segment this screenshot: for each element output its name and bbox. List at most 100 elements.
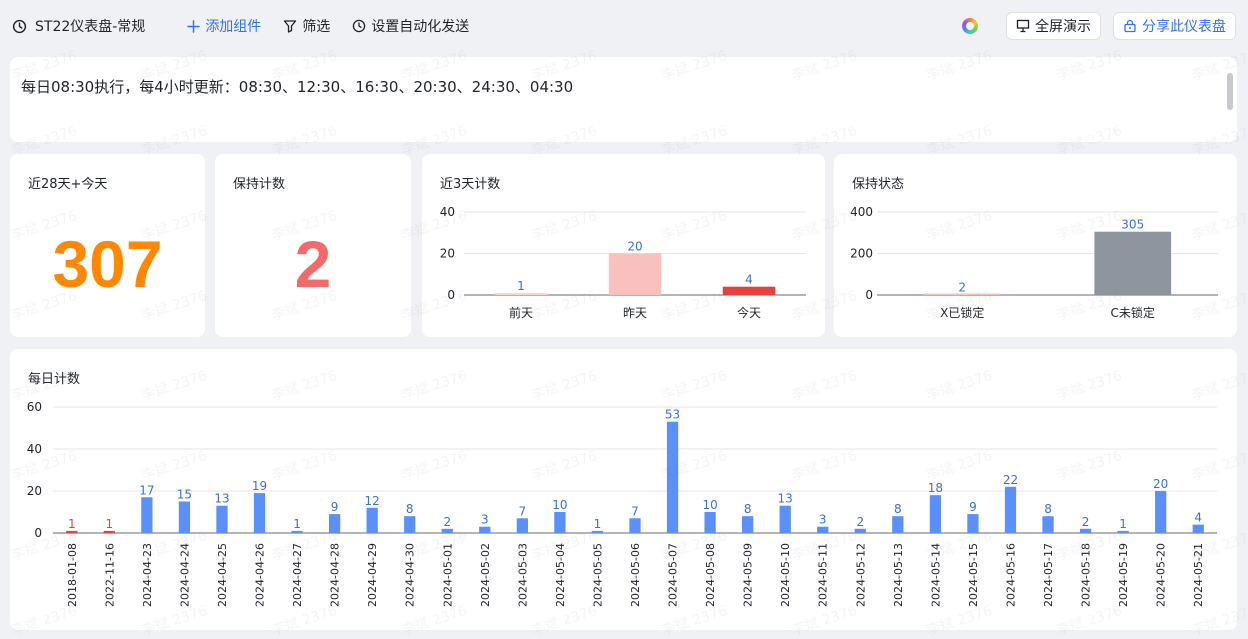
bar	[366, 507, 378, 533]
bar	[722, 286, 776, 295]
y-tick-label: 200	[850, 247, 873, 261]
ai-assistant-icon[interactable]	[962, 18, 978, 34]
x-tick-label: 2024-05-20	[1155, 543, 1168, 607]
x-tick-label: 2024-05-13	[892, 543, 905, 607]
fullscreen-button[interactable]: 全屏演示	[1006, 12, 1101, 40]
filter-button[interactable]: 筛选	[283, 16, 330, 36]
data-label: 1	[1119, 517, 1127, 531]
data-label: 9	[969, 500, 977, 514]
x-tick-label: 2024-05-14	[929, 543, 942, 607]
data-label: 13	[214, 492, 229, 506]
notice-scrollbar[interactable]	[1227, 73, 1233, 110]
share-lock-icon	[1124, 19, 1136, 33]
bar	[253, 493, 266, 533]
data-label: 22	[1003, 473, 1018, 487]
x-tick-label: 2024-05-01	[441, 543, 454, 607]
x-tick-label: 2024-05-12	[854, 543, 867, 607]
x-tick-label: 2024-04-28	[329, 543, 342, 607]
share-label: 分享此仪表盘	[1142, 19, 1226, 35]
dashboard-title-text: ST22仪表盘-常规	[35, 19, 146, 35]
add-component-button[interactable]: 添加组件	[187, 16, 261, 36]
data-label: 8	[406, 502, 414, 516]
data-label: 10	[552, 498, 567, 512]
chart-daily: 020406012018-01-0812022-11-16172024-04-2…	[27, 400, 1217, 607]
y-tick-label: 40	[27, 442, 42, 456]
y-tick-label: 20	[440, 247, 455, 261]
data-label: 10	[702, 498, 717, 512]
automation-button[interactable]: 设置自动化发送	[352, 16, 469, 36]
data-label: 8	[744, 502, 752, 516]
bar	[216, 505, 228, 533]
data-label: 20	[1153, 477, 1168, 491]
bar	[742, 516, 754, 533]
bar	[1192, 524, 1204, 533]
bar	[1117, 530, 1129, 533]
data-label: 18	[928, 481, 943, 495]
y-tick-label: 0	[447, 288, 455, 302]
bar	[1079, 528, 1092, 533]
data-label: 8	[1044, 502, 1052, 516]
bar	[328, 514, 341, 533]
x-tick-label: 2024-04-23	[141, 543, 154, 607]
x-tick-label: 2024-05-17	[1042, 543, 1055, 607]
bar	[591, 530, 604, 533]
share-button[interactable]: 分享此仪表盘	[1113, 12, 1236, 40]
x-tick-label: C未锁定	[1111, 305, 1155, 320]
x-tick-label: 2018-01-08	[66, 543, 79, 607]
x-tick-label: 2024-05-15	[967, 543, 980, 607]
kpi-title: 近28天+今天	[28, 177, 108, 192]
x-tick-label: 今天	[737, 305, 761, 320]
data-label: 1	[594, 517, 602, 531]
x-tick-label: 2024-05-11	[817, 543, 830, 607]
bar	[1094, 231, 1172, 295]
x-tick-label: 2024-05-18	[1080, 543, 1093, 607]
chart-title: 保持状态	[852, 177, 905, 192]
bar	[494, 292, 548, 295]
data-label: 7	[519, 504, 527, 518]
bar	[817, 526, 829, 533]
bar	[1042, 516, 1054, 533]
kpi-card-28days[interactable]: 近28天+今天 307	[10, 154, 205, 337]
data-label: 1	[106, 517, 114, 531]
presentation-icon	[1016, 19, 1030, 33]
chart-card-hold-status[interactable]: 保持状态 0 200 400 2 X已锁定 305 C未锁定	[834, 154, 1237, 337]
data-label: 1	[68, 517, 76, 531]
chart-card-3days[interactable]: 近3天计数 0 20 40 1 前天 20 昨天 4 今天	[422, 154, 825, 337]
bar	[141, 497, 153, 533]
x-tick-label: 2024-05-02	[479, 543, 492, 607]
dashboard-toolbar: ST22仪表盘-常规 添加组件 筛选 设置自动化发送 全屏演示 分享此仪表盘	[0, 0, 1248, 52]
y-tick-label: 60	[27, 400, 42, 414]
bar	[516, 518, 528, 533]
notice-text: 每日08:30执行，每4小时更新：08:30、12:30、16:30、20:30…	[21, 78, 574, 96]
chart-title: 近3天计数	[440, 177, 501, 192]
bar	[291, 530, 303, 533]
x-tick-label: 2024-04-24	[178, 543, 191, 607]
bar	[854, 528, 866, 533]
data-label: 3	[481, 513, 489, 527]
bar	[479, 526, 491, 533]
x-tick-label: 2024-04-29	[366, 543, 379, 607]
x-tick-label: 2024-05-16	[1004, 543, 1017, 607]
y-tick-label: 0	[34, 526, 42, 540]
kpi-value: 307	[52, 227, 163, 301]
chart-card-daily[interactable]: 每日计数 0 20 40 60 1 2018-01-08 1 2022-11-16 17 2024…	[10, 349, 1237, 630]
y-tick-label: 0	[865, 288, 873, 302]
kpi-card-hold-count[interactable]: 保持计数 2	[215, 154, 411, 337]
fullscreen-label: 全屏演示	[1035, 19, 1091, 35]
y-tick-label: 40	[440, 205, 455, 219]
x-tick-label: 2024-05-09	[742, 543, 755, 607]
data-label: 20	[627, 240, 642, 254]
kpi-value: 2	[294, 227, 332, 301]
data-label: 1	[517, 279, 525, 293]
x-tick-label: 2024-05-10	[779, 543, 792, 607]
x-tick-label: 2024-05-07	[667, 543, 680, 607]
dashboard-title[interactable]: ST22仪表盘-常规	[12, 16, 145, 36]
x-tick-label: 前天	[509, 305, 533, 320]
clock-icon	[12, 19, 27, 33]
x-tick-label: 2024-05-06	[629, 543, 642, 607]
data-label: 53	[665, 408, 680, 422]
y-tick-label: 400	[850, 205, 873, 219]
x-tick-label: 2024-04-27	[291, 543, 304, 607]
data-label: 4	[1194, 511, 1202, 525]
bar	[779, 505, 791, 533]
